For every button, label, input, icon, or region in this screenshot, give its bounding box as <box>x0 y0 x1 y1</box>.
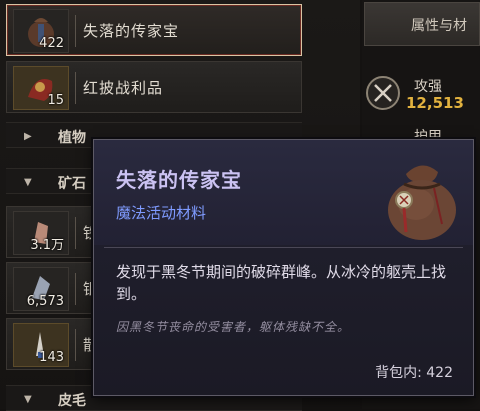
item-thumbnail: 6,573 <box>13 267 69 311</box>
item-thumbnail: 3.1万 <box>13 211 69 255</box>
item-thumbnail: 422 <box>13 9 69 53</box>
item-tooltip: 失落的传家宝 魔法活动材料 发现于黑冬节期间的破碎群峰。从冰冷的躯壳上找到。 因… <box>93 139 474 396</box>
slot-divider <box>75 273 76 305</box>
category-label: 皮毛 <box>58 393 86 409</box>
chevron-down-icon: ▼ <box>24 394 32 405</box>
item-thumbnail: 143 <box>13 323 69 367</box>
slot-divider <box>75 329 76 361</box>
item-count: 422 <box>39 36 64 51</box>
tooltip-item-type: 魔法活动材料 <box>116 204 207 222</box>
item-count: 143 <box>39 350 64 365</box>
item-name: 红披战利品 <box>83 79 164 97</box>
slot-divider <box>75 15 76 47</box>
chevron-down-icon: ▼ <box>24 177 32 188</box>
attributes-tab[interactable]: 属性与材 <box>364 2 480 46</box>
tooltip-divider <box>104 247 463 248</box>
tooltip-title: 失落的传家宝 <box>116 168 242 192</box>
item-thumbnail: 15 <box>13 66 69 110</box>
tooltip-bag-count: 背包内: 422 <box>375 365 453 381</box>
pouch-icon <box>388 165 456 240</box>
item-count: 15 <box>47 93 64 108</box>
stat-value-attack: 12,513 <box>406 94 464 112</box>
slot-divider <box>75 217 76 249</box>
inventory-item-red-cape-loot[interactable]: 15 红披战利品 <box>6 61 302 113</box>
tab-label: 属性与材 <box>411 18 467 34</box>
item-count: 6,573 <box>26 294 64 309</box>
tooltip-description: 发现于黑冬节期间的破碎群峰。从冰冷的躯壳上找到。 <box>116 263 447 303</box>
category-label: 植物 <box>58 130 86 146</box>
chevron-right-icon: ▶ <box>24 131 32 142</box>
stat-label-attack: 攻强 <box>414 79 442 95</box>
slot-divider <box>75 72 76 104</box>
category-label: 矿石 <box>58 176 86 192</box>
inventory-item-lost-heirloom[interactable]: 422 失落的传家宝 <box>6 4 302 56</box>
item-name: 失落的传家宝 <box>83 22 180 40</box>
tooltip-flavor-text: 因黑冬节丧命的受害者，躯体残缺不全。 <box>116 320 351 334</box>
item-count: 3.1万 <box>30 238 64 253</box>
crossed-swords-icon <box>366 76 400 110</box>
